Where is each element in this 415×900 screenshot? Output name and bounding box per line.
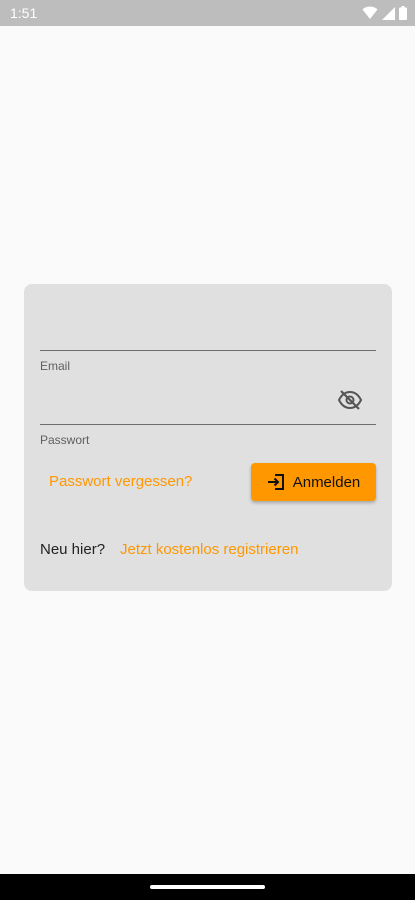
battery-icon	[399, 6, 407, 20]
password-underline	[40, 424, 376, 425]
wifi-icon	[362, 6, 378, 20]
new-here-label: Neu hier?	[40, 541, 106, 558]
email-underline	[40, 350, 376, 351]
status-bar: 1:51	[0, 0, 415, 26]
email-label: Email	[40, 359, 71, 373]
home-indicator[interactable]	[150, 885, 265, 889]
status-time: 1:51	[10, 5, 38, 21]
login-card: Email Passwort Passwort vergessen? Anmel…	[24, 284, 392, 591]
login-icon	[267, 473, 285, 491]
login-button-label: Anmelden	[292, 473, 361, 491]
register-link[interactable]: Jetzt kostenlos registrieren	[120, 541, 298, 558]
signal-icon	[382, 6, 395, 20]
status-icons	[362, 6, 407, 20]
login-button[interactable]: Anmelden	[251, 463, 376, 501]
forgot-password-link[interactable]: Passwort vergessen?	[49, 473, 192, 490]
email-field[interactable]: Email	[40, 350, 376, 373]
navigation-bar	[0, 874, 415, 900]
password-field[interactable]: Passwort	[40, 424, 376, 447]
password-label: Passwort	[40, 433, 90, 447]
visibility-off-icon[interactable]	[337, 388, 363, 412]
